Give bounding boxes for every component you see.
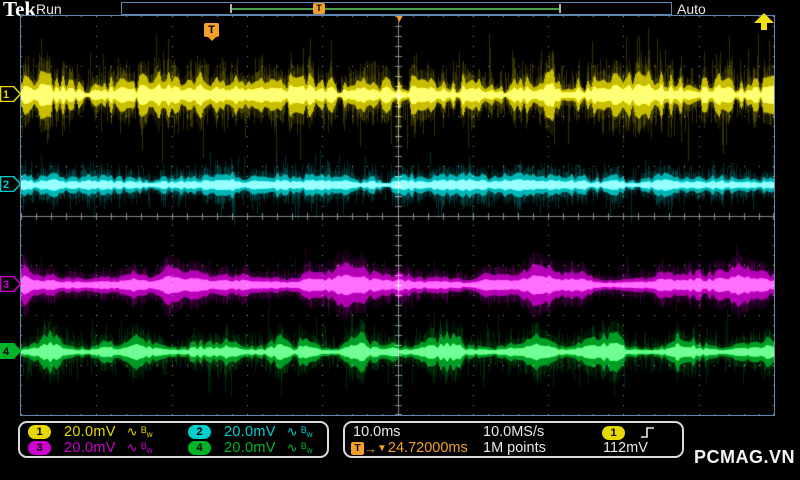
channel-1-readout: 1 20.0mV ∿ Bw (28, 424, 152, 440)
channel-3-scale: 20.0mV (64, 440, 116, 456)
trigger-slope-icon (640, 425, 655, 441)
trigger-badge-icon: T (351, 441, 364, 455)
record-window-bracket-right (559, 4, 561, 13)
channel-1-coupling-icon: ∿ Bw (126, 424, 153, 439)
trigger-level-offscreen-arrow-icon (754, 13, 774, 30)
channel-3-marker: 3 (0, 276, 21, 292)
channel-3-readout: 3 20.0mV ∿ Bw (28, 440, 152, 456)
vertical-readout-box: 1 20.0mV ∿ Bw 2 20.0mV ∿ Bw 3 20.0mV ∿ Bw 4… (18, 421, 329, 458)
horizontal-scale: 10.0ms (353, 424, 401, 440)
channel-2-readout: 2 20.0mV ∿ Bw (188, 424, 312, 440)
channel-2-badge: 2 (188, 425, 211, 439)
svg-text:3: 3 (3, 279, 9, 291)
record-window-line (232, 8, 561, 10)
trigger-source-badge: 1 (602, 426, 625, 440)
watermark: PCMAG.VN (694, 447, 796, 467)
channel-2-marker: 2 (0, 176, 21, 192)
record-window-bracket-left (230, 4, 232, 13)
trigger-delay-value: 24.72000ms (387, 440, 468, 456)
channel-1-scale: 20.0mV (64, 424, 116, 440)
svg-text:4: 4 (3, 346, 10, 358)
channel-1-marker: 1 (0, 86, 21, 102)
channel-4-marker: 4 (0, 343, 21, 359)
svg-text:2: 2 (3, 179, 9, 191)
channel-4-readout: 4 20.0mV ∿ Bw (188, 440, 312, 456)
triangle-down-icon: ▼ (377, 442, 387, 454)
oscilloscope-screen: Tek Run T Auto T ▼ 1 2 3 4 1 20.0mV ∿Bw (0, 0, 800, 480)
trigger-source-readout: 1 (602, 425, 625, 441)
sample-rate: 10.0MS/s (483, 424, 545, 440)
graticule (20, 15, 775, 416)
channel-4-coupling-icon: ∿ Bw (286, 440, 313, 455)
trigger-level-value: 112mV (603, 440, 648, 456)
horizontal-trigger-readout-box: 10.0ms 10.0MS/s 1 T → ▼ 24.72000ms 1M point… (343, 421, 684, 458)
trigger-delay-readout: T → ▼ 24.72000ms (351, 440, 468, 456)
trigger-position-arrow-icon: ▼ (394, 13, 405, 25)
channel-4-badge: 4 (188, 441, 211, 455)
waveform-canvas (21, 16, 774, 415)
record-trigger-marker-icon: T (313, 3, 325, 14)
channel-2-scale: 20.0mV (224, 424, 276, 440)
channel-2-coupling-icon: ∿ Bw (286, 424, 313, 439)
channel-4-scale: 20.0mV (224, 440, 276, 456)
channel-3-badge: 3 (28, 441, 51, 455)
record-length: 1M points (483, 440, 546, 456)
channel-1-badge: 1 (28, 425, 51, 439)
channel-3-coupling-icon: ∿ Bw (126, 440, 153, 455)
arrow-right-icon: → (364, 440, 377, 456)
trigger-time-badge-icon: T (204, 23, 219, 41)
svg-text:1: 1 (3, 89, 9, 101)
